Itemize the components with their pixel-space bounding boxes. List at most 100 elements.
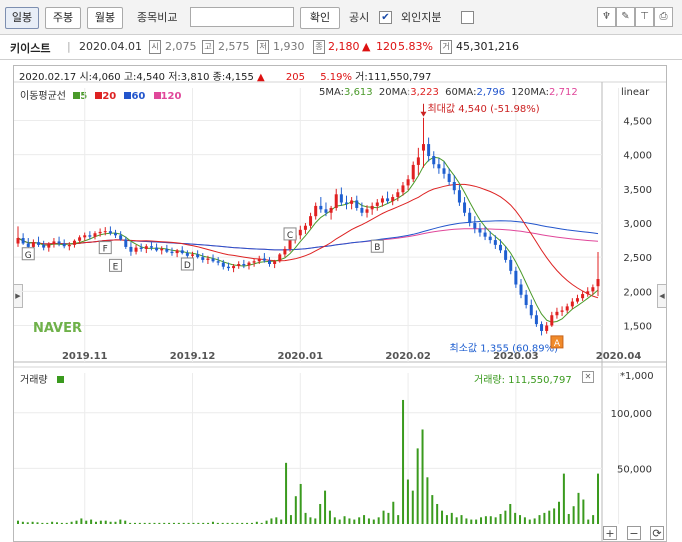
volume-bar [402, 399, 405, 524]
volume-bar [397, 515, 400, 524]
volume-bar [70, 521, 73, 524]
candle-body [124, 239, 128, 247]
volume-bar [470, 519, 473, 524]
volume-bar [494, 517, 497, 524]
candle-body [180, 250, 184, 254]
candle-body [114, 233, 118, 236]
candle-body [298, 229, 302, 236]
volume-bar [207, 522, 210, 524]
candle-body [206, 258, 210, 260]
price-tick-label: 4,500 [623, 117, 652, 128]
price-tick-label: 2,000 [623, 287, 652, 298]
volume-bar [60, 522, 63, 524]
candle-body [437, 164, 441, 169]
candle-body [88, 235, 92, 237]
volume-bar [411, 490, 414, 524]
candle-body [83, 235, 87, 238]
candle-body [355, 200, 359, 208]
candle-body [37, 242, 41, 245]
candle-body [596, 279, 600, 287]
volume-bar [270, 518, 273, 524]
zoom-out-button[interactable]: − [627, 526, 641, 540]
candle-body [303, 225, 307, 230]
volume-bar [528, 519, 531, 524]
candle-body [473, 223, 477, 229]
candle-body [314, 205, 318, 217]
candle-body [360, 207, 364, 213]
candle-body [350, 200, 354, 204]
candle-body [160, 248, 164, 251]
candle-body [447, 173, 451, 182]
candle-body [268, 260, 272, 264]
price-tick-label: 4,000 [623, 151, 652, 162]
volume-bar [382, 510, 385, 524]
candle-body [252, 261, 256, 263]
candle-body [309, 216, 313, 226]
volume-bar [367, 518, 370, 524]
candle-body [237, 264, 241, 267]
volume-bar [90, 519, 93, 524]
volume-bar [460, 515, 463, 524]
candle-body [468, 212, 472, 223]
candle-body [31, 242, 35, 247]
candle-body [134, 247, 138, 252]
volume-bar [109, 521, 112, 524]
candle-body [283, 248, 287, 255]
candle-body [232, 266, 236, 269]
volume-bar [348, 518, 351, 524]
candle-body [427, 144, 431, 157]
volume-bar [265, 520, 268, 524]
candle-body [67, 244, 71, 247]
candle-body [570, 301, 574, 307]
candle-body [129, 246, 133, 252]
date-tick-label: 2020.01 [278, 351, 324, 362]
candle-body [216, 261, 220, 263]
volume-bar [289, 515, 292, 524]
candle-body [149, 246, 153, 248]
candle-body [262, 258, 266, 261]
candle-body [555, 311, 559, 316]
event-marker-label: F [103, 245, 108, 255]
volume-bar [236, 522, 239, 524]
volume-bar [104, 520, 107, 524]
volume-tick-label: 100,000 [611, 409, 652, 420]
volume-bar [148, 522, 151, 524]
candle-body [498, 244, 502, 251]
volume-bar [431, 495, 434, 524]
volume-bar [519, 515, 522, 524]
candle-body [273, 261, 277, 264]
candle-body [442, 168, 446, 174]
volume-bar [80, 518, 83, 524]
candle-body [545, 325, 549, 331]
candle-body [432, 156, 436, 165]
candle-body [493, 240, 497, 245]
volume-bar [416, 448, 419, 524]
volume-bar [484, 516, 487, 524]
candle-body [170, 251, 174, 254]
refresh-button[interactable]: ⟳ [650, 526, 664, 540]
candle-body [278, 254, 282, 262]
price-volume-chart: 1,500 2,000 2,500 3,000 3,500 4,000 4,500 2019.… [14, 81, 666, 541]
candle-body [52, 241, 56, 245]
max-annotation: 최대값 4,540 (-51.98%) [427, 103, 539, 115]
candle-body [226, 266, 230, 269]
candle-body [565, 306, 569, 311]
volume-bar [309, 517, 312, 524]
ma5-line [17, 156, 599, 323]
volume-bar [455, 517, 458, 524]
volume-bar [168, 522, 171, 524]
volume-bar [221, 522, 224, 524]
volume-bar [338, 519, 341, 524]
candle-body [560, 310, 564, 312]
volume-bar [314, 518, 317, 524]
candle-body [78, 237, 82, 241]
volume-bar [280, 519, 283, 524]
volume-bar [426, 477, 429, 524]
volume-bar [372, 519, 375, 524]
candle-body [324, 209, 328, 213]
zoom-in-button[interactable]: + [603, 526, 617, 540]
volume-bar [328, 510, 331, 524]
candle-body [529, 305, 533, 316]
volume-bar [153, 522, 156, 524]
event-marker-label: D [184, 261, 191, 271]
